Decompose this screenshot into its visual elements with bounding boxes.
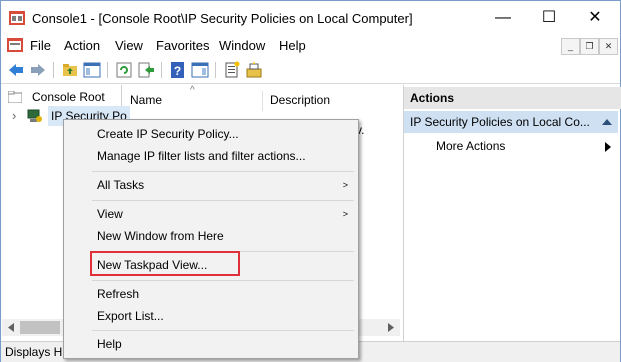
mmc-window: Console1 - [Console Root\IP Security Pol… xyxy=(0,0,621,362)
export-list-icon[interactable] xyxy=(137,61,155,79)
actions-pane: Actions IP Security Policies on Local Co… xyxy=(403,85,621,341)
toolbar-separator xyxy=(161,62,162,78)
forward-arrow-icon[interactable] xyxy=(29,61,47,79)
mdi-minimize-button[interactable]: _ xyxy=(561,38,580,55)
help-icon[interactable]: ? xyxy=(169,61,187,79)
menu-view[interactable]: View xyxy=(115,38,143,53)
scroll-thumb[interactable] xyxy=(20,321,60,334)
add-policy-icon[interactable] xyxy=(223,61,241,79)
show-hide-action-pane-icon[interactable] xyxy=(191,61,209,79)
scroll-left-icon[interactable] xyxy=(8,323,14,332)
svg-text:?: ? xyxy=(174,64,181,78)
mmc-app-icon xyxy=(9,11,25,25)
action-label: More Actions xyxy=(436,139,506,153)
toolbar: ? xyxy=(1,57,620,84)
submenu-chevron-icon: > xyxy=(342,180,348,190)
show-hide-tree-icon[interactable] xyxy=(83,61,101,79)
column-header-description[interactable]: Description xyxy=(270,85,330,111)
toolbar-separator xyxy=(53,62,54,78)
context-menu: Create IP Security Policy... Manage IP f… xyxy=(63,119,359,359)
up-folder-icon[interactable] xyxy=(61,61,79,79)
column-divider[interactable] xyxy=(262,91,263,111)
menu-item-export-list[interactable]: Export List... xyxy=(97,305,164,327)
close-button[interactable]: ✕ xyxy=(572,1,618,35)
window-title: Console1 - [Console Root\IP Security Pol… xyxy=(32,11,413,26)
menu-help[interactable]: Help xyxy=(279,38,306,53)
tree-item-label: Console Root xyxy=(32,90,105,104)
mdi-close-button[interactable]: ✕ xyxy=(599,38,618,55)
menu-item-view[interactable]: View xyxy=(97,203,347,225)
title-bar: Console1 - [Console Root\IP Security Pol… xyxy=(1,1,620,35)
menu-favorites[interactable]: Favorites xyxy=(156,38,209,53)
folder-icon xyxy=(8,91,22,103)
action-more-actions[interactable]: More Actions xyxy=(436,139,505,153)
menu-separator xyxy=(92,171,354,172)
toolbar-separator xyxy=(215,62,216,78)
back-arrow-icon[interactable] xyxy=(7,61,25,79)
actions-header: Actions xyxy=(404,87,621,109)
menu-item-all-tasks[interactable]: All Tasks xyxy=(97,174,347,196)
maximize-button[interactable]: ☐ xyxy=(526,1,572,35)
security-policy-icon xyxy=(27,109,42,122)
menu-separator xyxy=(92,280,354,281)
menu-item-refresh[interactable]: Refresh xyxy=(97,283,139,305)
menu-file[interactable]: File xyxy=(30,38,51,53)
console-doc-icon[interactable] xyxy=(7,38,23,52)
actions-group-header[interactable]: IP Security Policies on Local Co... xyxy=(404,111,618,133)
menu-item-label: View xyxy=(97,207,123,221)
minimize-button[interactable]: — xyxy=(480,1,526,35)
actions-group-label: IP Security Policies on Local Co... xyxy=(410,115,590,129)
submenu-arrow-icon xyxy=(605,142,611,152)
menu-bar: File Action View Favorites Window Help _… xyxy=(1,35,620,57)
expand-chevron-icon[interactable]: › xyxy=(12,106,16,126)
menu-item-help[interactable]: Help xyxy=(97,333,122,355)
toolbar-separator xyxy=(107,62,108,78)
menu-action[interactable]: Action xyxy=(64,38,100,53)
mdi-restore-button[interactable]: ❐ xyxy=(580,38,599,55)
menu-item-new-window-from-here[interactable]: New Window from Here xyxy=(97,225,224,247)
menu-separator xyxy=(92,330,354,331)
column-header-name[interactable]: Name xyxy=(130,85,162,111)
collapse-up-icon[interactable] xyxy=(602,119,612,125)
menu-item-manage-ip-filter-lists[interactable]: Manage IP filter lists and filter action… xyxy=(97,145,306,167)
menu-item-create-ip-security-policy[interactable]: Create IP Security Policy... xyxy=(97,123,239,145)
refresh-icon[interactable] xyxy=(115,61,133,79)
highlight-box xyxy=(90,251,240,276)
menu-window[interactable]: Window xyxy=(219,38,265,53)
status-text: Displays H xyxy=(5,345,63,359)
submenu-chevron-icon: > xyxy=(342,209,348,219)
scroll-right-icon[interactable] xyxy=(388,323,394,332)
menu-item-label: All Tasks xyxy=(97,178,145,192)
manage-filters-icon[interactable] xyxy=(245,61,263,79)
menu-separator xyxy=(92,200,354,201)
sort-ascending-icon: ^ xyxy=(190,85,195,96)
